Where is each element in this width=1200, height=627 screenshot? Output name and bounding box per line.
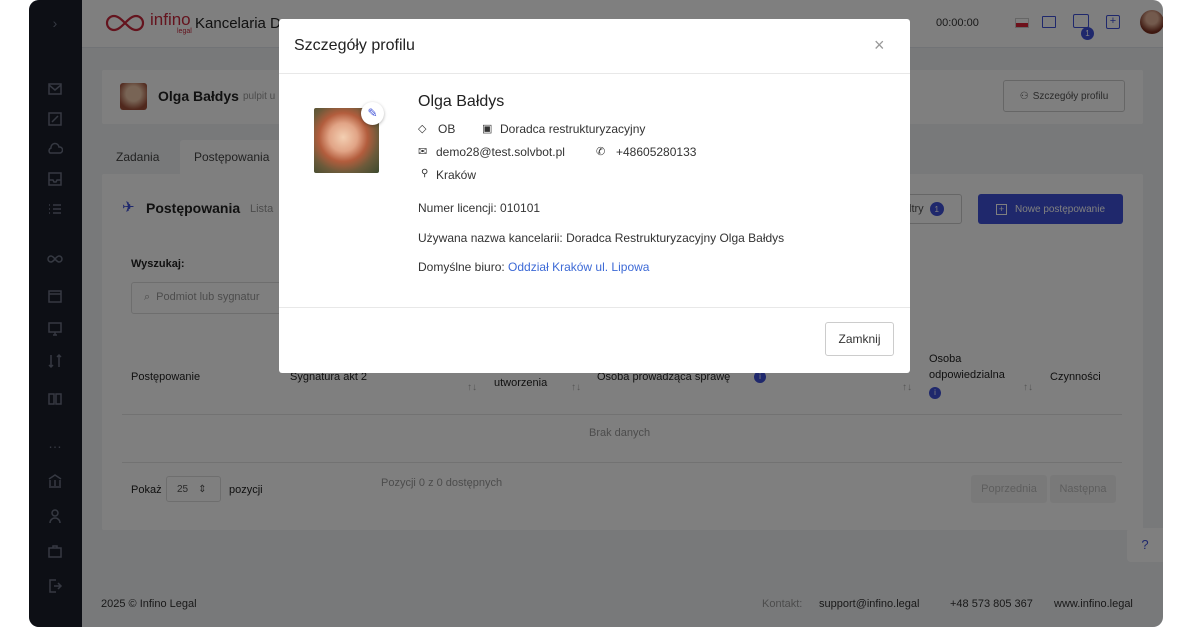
office-link[interactable]: Oddział Kraków ul. Lipowa bbox=[508, 260, 649, 274]
divider bbox=[279, 73, 910, 74]
close-button[interactable]: Zamknij bbox=[825, 322, 894, 356]
office-label: Domyślne biuro: bbox=[418, 260, 505, 274]
location-icon: ⚲ bbox=[421, 168, 429, 179]
user-city: Kraków bbox=[436, 168, 477, 182]
profile-details-modal: Szczegóły profilu × ✎ Olga Bałdys ◇ OB ▣… bbox=[279, 19, 910, 373]
user-name: Olga Bałdys bbox=[418, 93, 505, 110]
user-initials: OB bbox=[438, 122, 456, 136]
license-value: 010101 bbox=[500, 201, 541, 215]
id-card-icon: ▣ bbox=[482, 123, 493, 135]
user-role: Doradca restrukturyzacyjny bbox=[500, 122, 646, 136]
mail-icon: ✉ bbox=[418, 146, 428, 158]
phone-icon: ✆ bbox=[596, 146, 606, 158]
license-row: Numer licencji: 010101 bbox=[418, 201, 540, 215]
user-phone: +48605280133 bbox=[616, 145, 697, 159]
firm-label: Używana nazwa kancelarii: bbox=[418, 231, 563, 245]
tag-icon: ◇ bbox=[418, 123, 427, 135]
office-row: Domyślne biuro: Oddział Kraków ul. Lipow… bbox=[418, 260, 649, 274]
edit-photo-button[interactable]: ✎ bbox=[361, 102, 384, 125]
modal-title: Szczegóły profilu bbox=[294, 37, 415, 54]
license-label: Numer licencji: bbox=[418, 201, 497, 215]
pencil-icon: ✎ bbox=[367, 106, 378, 120]
firm-row: Używana nazwa kancelarii: Doradca Restru… bbox=[418, 231, 784, 245]
close-icon[interactable]: × bbox=[874, 35, 885, 56]
user-email: demo28@test.solvbot.pl bbox=[436, 145, 565, 159]
firm-value: Doradca Restrukturyzacyjny Olga Bałdys bbox=[566, 231, 785, 245]
close-button-label: Zamknij bbox=[838, 332, 881, 346]
divider bbox=[279, 307, 910, 308]
